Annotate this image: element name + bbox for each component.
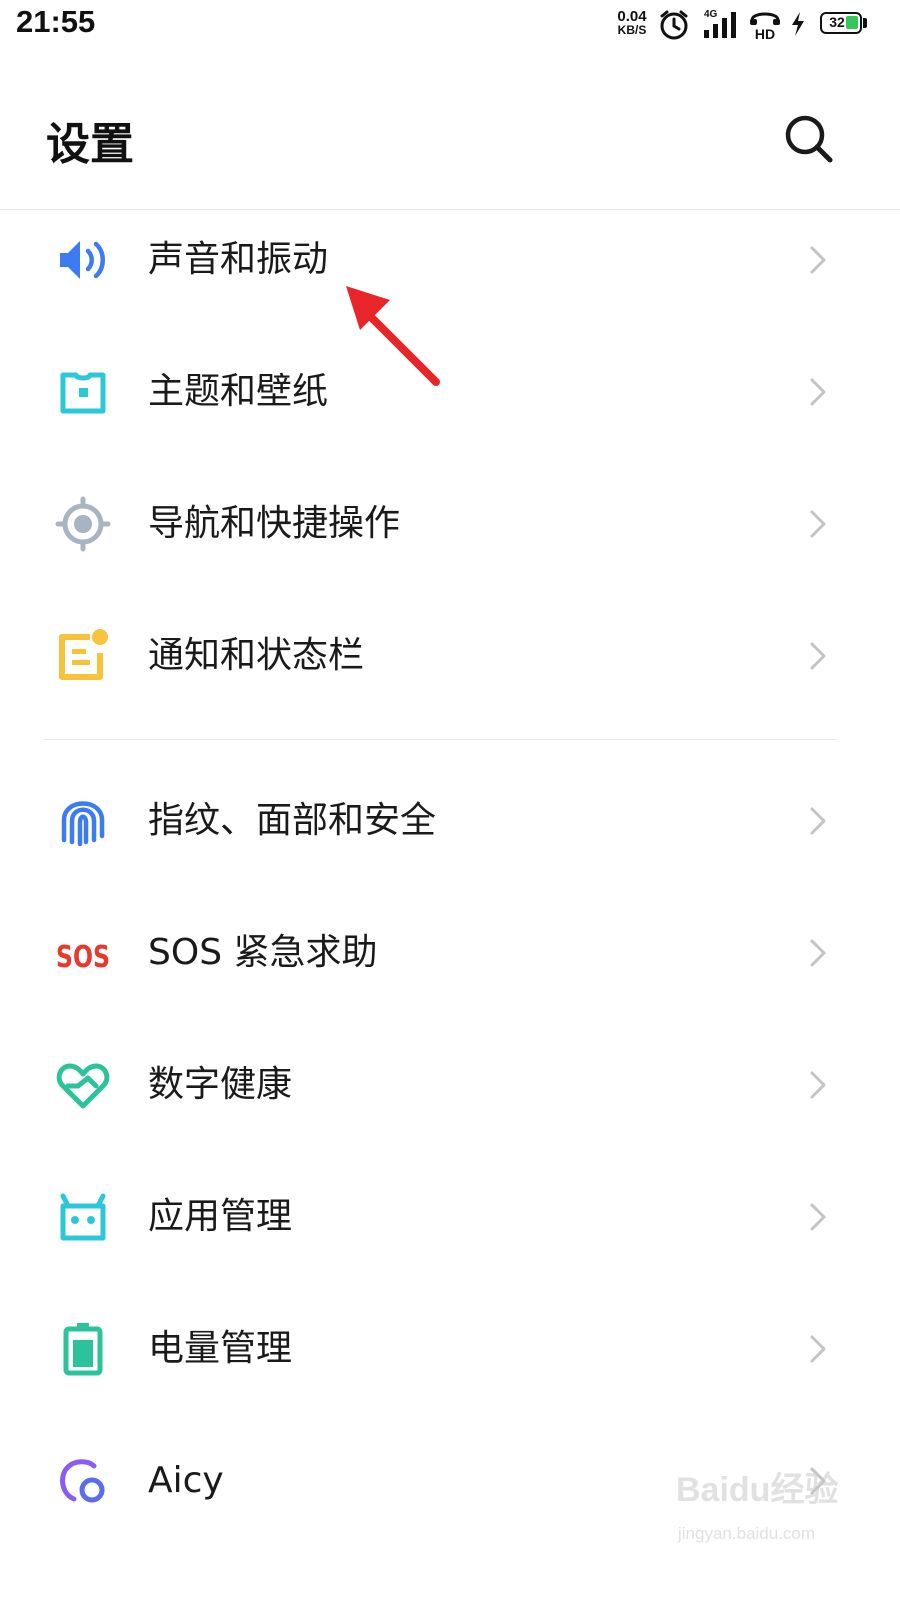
watermark-url: jingyan.baidu.com xyxy=(678,1524,816,1543)
charging-icon xyxy=(792,12,804,36)
status-bar: 21:55 0.04 KB/S 4G HD 32 xyxy=(0,0,900,52)
sos-icon: SOS xyxy=(56,940,110,975)
chevron-right-icon xyxy=(810,1335,826,1363)
notification-icon xyxy=(59,629,108,680)
watermark: Baidu经验 jingyan.baidu.com xyxy=(676,1462,876,1562)
battery-icon: 32 xyxy=(820,12,862,34)
chevron-right-icon xyxy=(810,510,826,538)
network-speed: 0.04 KB/S xyxy=(612,9,652,37)
chevron-right-icon xyxy=(810,939,826,967)
chevron-right-icon xyxy=(810,1203,826,1231)
page-title: 设置 xyxy=(46,119,134,170)
settings-item-label: 电量管理 xyxy=(148,1328,293,1369)
annotation-arrow-icon xyxy=(346,286,440,386)
settings-item-navigation-shortcuts[interactable]: 导航和快捷操作 xyxy=(0,458,900,590)
settings-item-battery-management[interactable]: 电量管理 xyxy=(0,1283,900,1415)
settings-item-digital-health[interactable]: 数字健康 xyxy=(0,1019,900,1151)
settings-item-label: 声音和振动 xyxy=(148,239,329,280)
chevron-right-icon xyxy=(810,807,826,835)
chevron-right-icon xyxy=(810,642,826,670)
network-speed-value: 0.04 xyxy=(617,8,647,25)
settings-item-label: 应用管理 xyxy=(148,1196,293,1237)
aicy-icon xyxy=(60,1459,105,1503)
network-speed-unit: KB/S xyxy=(617,23,647,37)
watermark-logo: Baidu经验 xyxy=(676,1471,839,1509)
settings-item-sos-emergency[interactable]: SOS SOS 紧急求助 xyxy=(0,887,900,1019)
settings-item-label: 主题和壁纸 xyxy=(148,371,329,412)
fingerprint-icon xyxy=(61,801,105,847)
settings-item-app-management[interactable]: 应用管理 xyxy=(0,1151,900,1283)
hd-label: HD xyxy=(755,26,775,40)
search-icon xyxy=(785,115,833,163)
theme-icon xyxy=(60,372,106,414)
alarm-icon xyxy=(660,10,688,40)
settings-item-label: Aicy xyxy=(148,1460,224,1501)
settings-item-label: 指纹、面部和安全 xyxy=(148,800,437,841)
settings-item-label: 通知和状态栏 xyxy=(148,635,365,676)
status-time: 21:55 xyxy=(16,4,96,39)
settings-item-label: SOS 紧急求助 xyxy=(148,932,378,973)
battery-level: 32 xyxy=(829,14,845,30)
chevron-right-icon xyxy=(810,246,826,274)
chevron-right-icon xyxy=(810,1071,826,1099)
hd-call-icon: HD xyxy=(750,12,780,40)
battery-tip xyxy=(863,18,867,28)
sound-icon xyxy=(60,241,105,279)
digital-health-icon xyxy=(56,1063,110,1109)
navigation-icon xyxy=(55,496,111,552)
settings-item-fingerprint-face-security[interactable]: 指纹、面部和安全 xyxy=(0,755,900,887)
sos-icon-text: SOS xyxy=(56,940,110,975)
settings-item-label: 数字健康 xyxy=(148,1064,293,1105)
battery-management-icon xyxy=(63,1323,103,1376)
settings-item-notification-statusbar[interactable]: 通知和状态栏 xyxy=(0,590,900,722)
group-divider xyxy=(44,739,838,740)
search-button[interactable] xyxy=(780,110,836,166)
chevron-right-icon xyxy=(810,378,826,406)
settings-item-label: 导航和快捷操作 xyxy=(148,503,401,544)
signal-icon xyxy=(704,12,736,38)
app-management-icon xyxy=(60,1193,106,1241)
